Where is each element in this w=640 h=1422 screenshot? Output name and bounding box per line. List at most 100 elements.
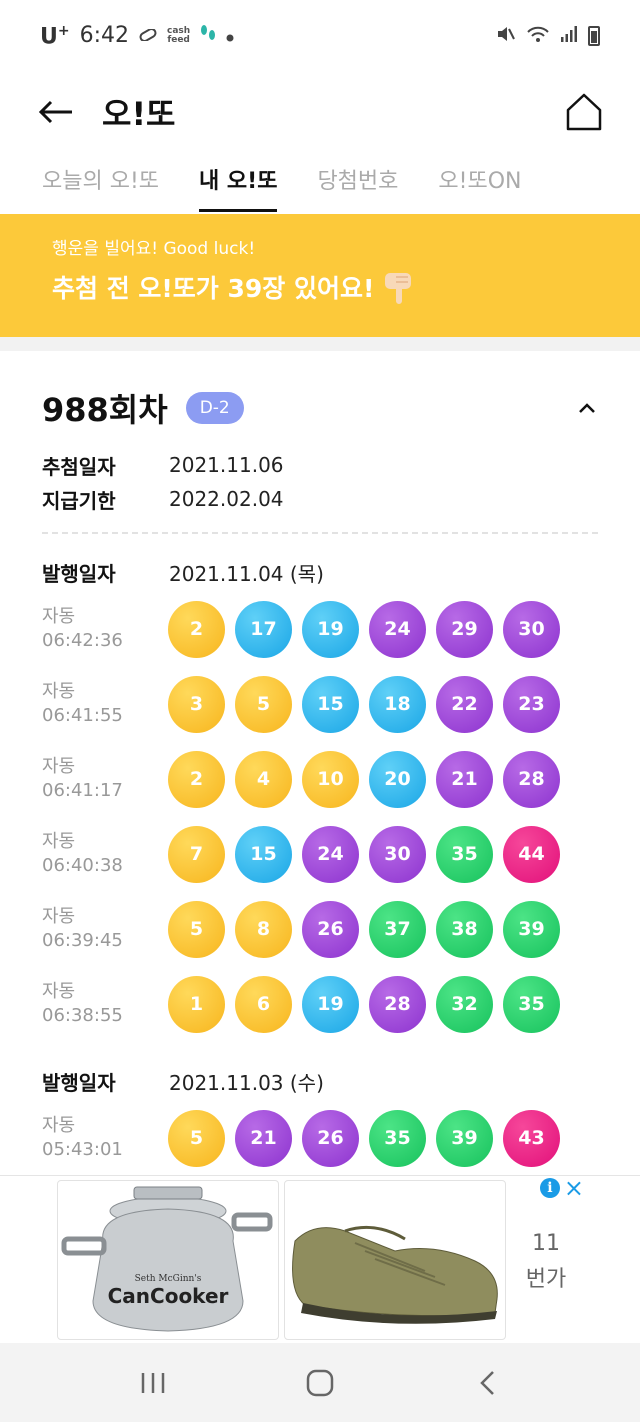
- status-right: [494, 23, 600, 50]
- draw-date-value: 2021.11.06: [169, 453, 284, 477]
- number-ball: 1: [168, 975, 225, 1033]
- home-icon: [566, 93, 602, 131]
- number-balls: 3 5 15 18 22 23: [168, 675, 560, 733]
- number-ball: 3: [168, 675, 225, 733]
- ad-brand-script: Seth McGinn's: [135, 1274, 202, 1284]
- number-ball: 21: [235, 1109, 292, 1167]
- ad-text[interactable]: 11 번가: [520, 1226, 572, 1298]
- number-ball: 32: [436, 975, 493, 1033]
- ad-info-icon[interactable]: i: [539, 1178, 560, 1198]
- clock: 6:42: [79, 23, 130, 49]
- ad-count: 11: [532, 1231, 560, 1256]
- dashed-divider: [42, 532, 598, 534]
- chevron-up-icon: [579, 403, 595, 413]
- issue-date-row: 발행일자 2021.11.03 (수): [42, 1066, 324, 1096]
- number-ball: 30: [503, 600, 560, 658]
- number-ball: 28: [369, 975, 426, 1033]
- issue-date-row: 발행일자 2021.11.04 (목): [42, 557, 324, 587]
- back-button[interactable]: [36, 92, 76, 132]
- number-ball: 7: [168, 825, 225, 883]
- tab-winning-numbers[interactable]: 당첨번호: [317, 158, 398, 212]
- back-nav-button[interactable]: [462, 1363, 512, 1403]
- system-nav-bar: [0, 1343, 640, 1422]
- payment-deadline-row: 지급기한 2022.02.04: [42, 484, 284, 514]
- ad-brand-label: CanCooker: [108, 1284, 229, 1308]
- ticket-row[interactable]: 자동 06:40:38 7 15 24 30 35 44: [42, 824, 560, 884]
- ticket-meta: 자동 06:40:38: [42, 830, 168, 878]
- home-nav-button[interactable]: [295, 1363, 345, 1403]
- number-ball: 5: [235, 675, 292, 733]
- draw-date-row: 추첨일자 2021.11.06: [42, 450, 284, 480]
- ad-product-pot-image[interactable]: CanCooker Seth McGinn's: [57, 1180, 279, 1340]
- number-balls: 7 15 24 30 35 44: [168, 825, 560, 883]
- number-ball: 15: [302, 675, 359, 733]
- ticket-meta: 자동 05:43:01: [42, 1114, 168, 1162]
- ticket-time: 06:40:38: [42, 855, 123, 876]
- ticket-meta: 자동 06:38:55: [42, 980, 168, 1028]
- pot-image: CanCooker Seth McGinn's: [61, 1186, 273, 1332]
- number-ball: 39: [503, 900, 560, 958]
- ticket-meta: 자동 06:39:45: [42, 905, 168, 953]
- ticket-row[interactable]: 자동 06:42:36 2 17 19 24 29 30: [42, 599, 560, 659]
- number-ball: 2: [168, 750, 225, 808]
- ticket-time: 06:41:17: [42, 780, 123, 801]
- number-balls: 1 6 19 28 32 35: [168, 975, 560, 1033]
- notification-dot-icon: [226, 23, 234, 48]
- status-bar: U+ 6:42 cash feed: [0, 0, 640, 72]
- pill-icon: [139, 26, 157, 45]
- number-ball: 43: [503, 1109, 560, 1167]
- number-ball: 24: [302, 825, 359, 883]
- ticket-row[interactable]: 자동 06:41:55 3 5 15 18 22 23: [42, 674, 560, 734]
- section-divider: [0, 337, 640, 351]
- pointing-down-hand-icon: [384, 269, 418, 305]
- ticket-time: 06:42:36: [42, 630, 123, 651]
- number-balls: 5 8 26 37 38 39: [168, 900, 560, 958]
- payment-deadline-value: 2022.02.04: [169, 487, 284, 511]
- ticket-time: 06:38:55: [42, 1005, 123, 1026]
- arrow-left-icon: [38, 100, 72, 124]
- tab-today-otto[interactable]: 오늘의 오!또: [42, 158, 159, 212]
- recents-button[interactable]: [128, 1363, 178, 1403]
- round-header: 988회차 D-2: [42, 386, 602, 430]
- app-bar: 오!또: [0, 72, 640, 152]
- ticket-row[interactable]: 자동 06:41:17 2 4 10 20 21 28: [42, 749, 560, 809]
- number-balls: 5 21 26 35 39 43: [168, 1109, 560, 1167]
- number-ball: 5: [168, 1109, 225, 1167]
- number-ball: 2: [168, 600, 225, 658]
- number-ball: 37: [369, 900, 426, 958]
- number-ball: 29: [436, 600, 493, 658]
- status-left: U+ 6:42 cash feed: [40, 23, 234, 49]
- footsteps-icon: [200, 23, 216, 48]
- issue-date-value: 2021.11.03 (수): [169, 1070, 324, 1095]
- number-ball: 20: [369, 750, 426, 808]
- ad-close-icon[interactable]: ×: [564, 1176, 584, 1200]
- ticket-mode: 자동: [42, 756, 76, 777]
- number-ball: 19: [302, 975, 359, 1033]
- ticket-mode: 자동: [42, 981, 76, 1002]
- ticket-mode: 자동: [42, 681, 76, 702]
- battery-icon: [588, 26, 600, 46]
- ticket-meta: 자동 06:42:36: [42, 605, 168, 653]
- banner-subtitle: 행운을 빌어요! Good luck!: [52, 239, 256, 259]
- collapse-button[interactable]: [572, 393, 602, 423]
- wifi-icon: [526, 24, 550, 49]
- ticket-time: 05:43:01: [42, 1139, 123, 1160]
- number-ball: 19: [302, 600, 359, 658]
- number-ball: 24: [369, 600, 426, 658]
- ticket-row[interactable]: 자동 05:43:01 5 21 26 35 39 43: [42, 1108, 560, 1168]
- ticket-meta: 자동 06:41:17: [42, 755, 168, 803]
- home-button[interactable]: [564, 92, 604, 132]
- tab-my-otto[interactable]: 내 오!또: [199, 158, 278, 212]
- ticket-row[interactable]: 자동 06:38:55 1 6 19 28 32 35: [42, 974, 560, 1034]
- dday-badge: D-2: [185, 392, 244, 424]
- signal-icon: [560, 24, 578, 48]
- shoe-image: [292, 1225, 498, 1324]
- ticket-meta: 자동 06:41:55: [42, 680, 168, 728]
- back-chevron-icon: [479, 1370, 494, 1395]
- number-ball: 8: [235, 900, 292, 958]
- ticket-row[interactable]: 자동 06:39:45 5 8 26 37 38 39: [42, 899, 560, 959]
- ad-product-shoe-image[interactable]: [284, 1180, 506, 1340]
- ticket-mode: 자동: [42, 606, 76, 627]
- ad-banner[interactable]: CanCooker Seth McGinn's i × 11 번가: [0, 1175, 640, 1343]
- tab-otto-on[interactable]: 오!또ON: [438, 158, 521, 212]
